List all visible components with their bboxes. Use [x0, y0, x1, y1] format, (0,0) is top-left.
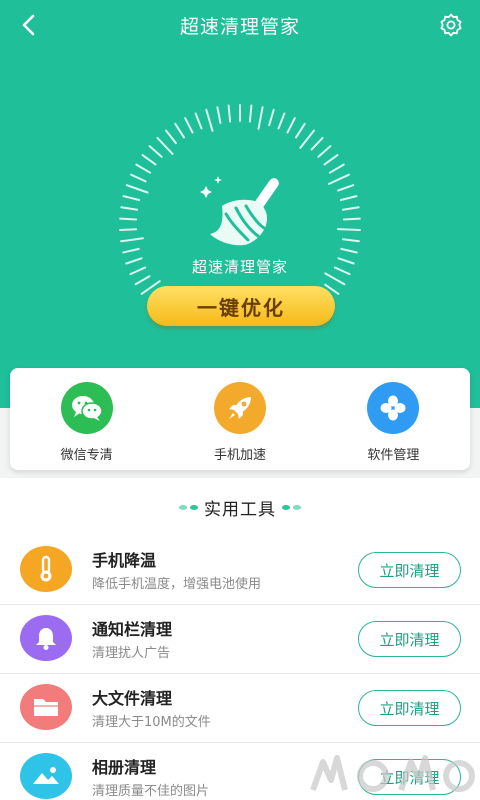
quick-action-wechat-clean[interactable]: 微信专清: [10, 368, 163, 470]
dial-tick: [122, 247, 140, 254]
dial-tick: [216, 106, 222, 124]
hero-panel: 超速清理管家 超速清理管家 一键优化: [0, 0, 480, 408]
quick-action-label: 微信专清: [60, 448, 113, 463]
dial-tick: [328, 163, 345, 174]
tool-row-notification-clean: 通知栏清理 清理扰人广告 立即清理: [0, 605, 480, 674]
dial-tick: [120, 237, 144, 243]
dial-tick: [340, 247, 358, 254]
dial-tick: [342, 217, 361, 221]
bell-icon: [20, 615, 72, 661]
gear-icon: [440, 13, 462, 37]
one-key-optimize-button[interactable]: 一键优化: [147, 286, 335, 326]
dial-tick: [141, 154, 157, 166]
section-title: 实用工具: [204, 499, 276, 520]
quick-action-label: 软件管理: [367, 448, 420, 463]
photo-icon: [20, 753, 72, 799]
quick-action-phone-boost[interactable]: 手机加速: [163, 368, 316, 470]
dial-tick: [148, 145, 163, 158]
settings-button[interactable]: [438, 12, 464, 38]
dial-tick: [194, 112, 203, 130]
dial-tick: [257, 106, 264, 130]
dial-tick: [205, 108, 214, 132]
dial-tick: [286, 117, 296, 134]
dial-tick: [342, 238, 360, 243]
dial-tick: [341, 206, 360, 211]
tool-name: 相册清理: [92, 758, 157, 777]
hero-caption: 超速清理管家: [191, 258, 288, 276]
tool-name: 手机降温: [92, 551, 157, 570]
tool-row-large-file-clean: 大文件清理 清理大于10M的文件 立即清理: [0, 674, 480, 743]
thermometer-icon: [20, 546, 72, 592]
tool-name: 大文件清理: [92, 689, 173, 708]
dial-tick: [248, 104, 253, 123]
wechat-icon: [60, 382, 113, 434]
tool-row-phone-cooling: 手机降温 降低手机温度，增强电池使用 立即清理: [0, 536, 480, 605]
quick-action-label: 手机加速: [213, 448, 266, 463]
dial-tick: [135, 163, 152, 174]
tool-description: 清理扰人广告: [92, 646, 171, 661]
broom-icon: [200, 176, 279, 246]
dial-tick: [323, 154, 339, 166]
dial-tick: [165, 129, 177, 145]
dial-tick: [227, 104, 232, 123]
quick-action-app-manager[interactable]: 软件管理: [317, 368, 470, 470]
dial-tick: [119, 217, 138, 221]
app-title: 超速清理管家: [179, 16, 300, 38]
decor-dots-left: [179, 504, 198, 510]
clean-now-button[interactable]: 立即清理: [358, 552, 461, 588]
clean-now-button[interactable]: 立即清理: [358, 621, 461, 657]
dial-tick: [317, 145, 332, 158]
dial-tick: [120, 206, 139, 211]
dial-tick: [336, 228, 361, 231]
tool-description: 清理大于10M的文件: [92, 715, 211, 730]
apps-icon: [367, 382, 420, 434]
dial-tick: [184, 117, 194, 134]
dial-tick: [134, 275, 151, 286]
rocket-icon: [213, 382, 266, 434]
section-header: 实用工具: [0, 494, 480, 520]
dial-tick: [174, 122, 185, 139]
dial-tick: [130, 173, 147, 183]
dial-tick: [295, 122, 306, 139]
watermark-logo: [310, 755, 475, 792]
dial-tick: [299, 129, 315, 149]
dial-tick: [339, 195, 358, 201]
folder-icon: [20, 684, 72, 730]
top-bar: 超速清理管家: [0, 0, 480, 50]
tool-name: 通知栏清理: [92, 620, 173, 639]
dial-tick: [268, 108, 275, 127]
dial-tick: [122, 195, 141, 201]
tool-description: 降低手机温度，增强电池使用: [92, 577, 262, 592]
dial-tick: [119, 228, 138, 231]
decor-dots-right: [282, 504, 301, 510]
quick-actions-card: 微信专清 手机加速 软件管理: [10, 368, 470, 470]
dial-tick: [277, 112, 286, 130]
dial-tick: [310, 136, 324, 151]
clean-now-button[interactable]: 立即清理: [358, 690, 461, 726]
tool-description: 清理质量不佳的图片: [92, 784, 210, 799]
dial-tick: [156, 136, 174, 155]
dial-tick: [328, 173, 350, 185]
dial-tick: [337, 184, 355, 192]
dial-tick: [125, 184, 149, 194]
